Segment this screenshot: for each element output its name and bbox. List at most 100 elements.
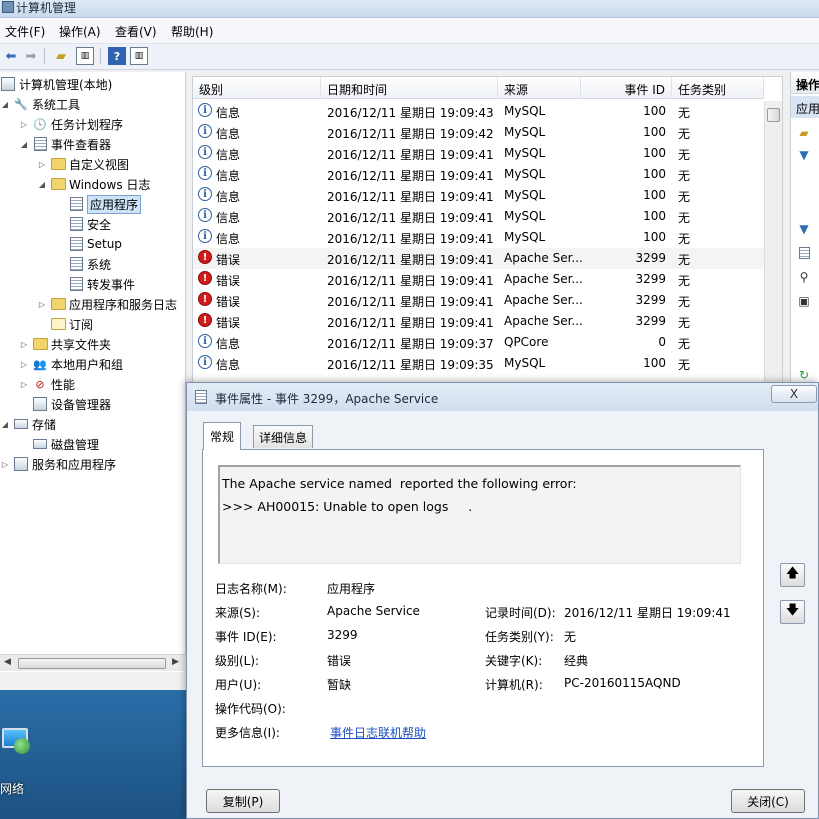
previous-event-button[interactable]: 🡅 [780, 563, 805, 587]
collapse-arrow-icon[interactable]: ◢ [0, 100, 10, 109]
expand-arrow-icon[interactable]: ▷ [19, 380, 29, 389]
user-value: 暂缺 [327, 678, 352, 692]
tree-node-system-tools[interactable]: ◢ 🔧 系统工具 [0, 94, 80, 114]
cell-source: MySQL [504, 188, 546, 202]
scroll-left-arrow-icon[interactable]: ◀ [4, 657, 11, 667]
scroll-thumb[interactable] [18, 658, 166, 669]
folder-icon [50, 176, 66, 192]
scroll-right-arrow-icon[interactable]: ▶ [172, 657, 179, 667]
table-row[interactable]: i 信息 2016/12/11 星期日 19:09:41 MySQL 100 无 [193, 206, 764, 227]
table-row[interactable]: ! 错误 2016/12/11 星期日 19:09:41 Apache Ser... 3… [193, 248, 764, 269]
up-folder-icon[interactable]: ▰ [52, 47, 70, 65]
table-row[interactable]: i 信息 2016/12/11 星期日 19:09:42 MySQL 100 无 [193, 122, 764, 143]
tree-node-disk-management[interactable]: 磁盘管理 [32, 434, 99, 454]
close-button[interactable]: 关闭(C) [731, 789, 805, 813]
find-icon[interactable]: ⚲ [797, 270, 811, 284]
expand-arrow-icon[interactable]: ▷ [37, 160, 47, 169]
event-list-vertical-scrollbar[interactable] [764, 101, 782, 385]
forward-arrow-icon[interactable]: ➡ [22, 47, 40, 65]
show-hide-tree-icon[interactable]: ▥ [76, 47, 94, 65]
network-icon-label[interactable]: 网络 [0, 780, 24, 797]
more-info-link[interactable]: 事件日志联机帮助 [330, 724, 426, 741]
cell-level: 信息 [216, 211, 241, 225]
tree-node-task-scheduler[interactable]: ▷ 🕓 任务计划程序 [19, 114, 123, 134]
menu-view[interactable]: 查看(V) [115, 23, 157, 40]
tree-node-system[interactable]: 系统 [68, 254, 111, 274]
table-row[interactable]: i 信息 2016/12/11 星期日 19:09:41 MySQL 100 无 [193, 185, 764, 206]
back-arrow-icon[interactable]: ⬅ [2, 47, 20, 65]
refresh-icon[interactable]: ↻ [797, 368, 811, 382]
scroll-thumb[interactable] [767, 108, 780, 122]
table-row[interactable]: ! 错误 2016/12/11 星期日 19:09:41 Apache Ser... 3… [193, 269, 764, 290]
disk-icon [32, 436, 48, 452]
tree-node-custom-views[interactable]: ▷ 自定义视图 [37, 154, 129, 174]
table-row[interactable]: i 信息 2016/12/11 星期日 19:09:37 QPCore 0 无 [193, 332, 764, 353]
filter-icon[interactable]: ▼ [797, 148, 811, 162]
collapse-arrow-icon[interactable]: ◢ [19, 140, 29, 149]
tree-node-security[interactable]: 安全 [68, 214, 111, 234]
expand-arrow-icon[interactable]: ▷ [19, 120, 29, 129]
tree-horizontal-scrollbar[interactable]: ◀ ▶ [0, 654, 186, 671]
dialog-close-button[interactable]: X [771, 385, 817, 403]
tree-node-shared-folders[interactable]: ▷ 共享文件夹 [19, 334, 111, 354]
show-hide-action-pane-icon[interactable]: ▥ [130, 47, 148, 65]
next-event-button[interactable]: 🡇 [780, 600, 805, 624]
filter-current-log-icon[interactable]: ▼ [797, 222, 811, 236]
properties-icon[interactable] [797, 246, 811, 260]
column-header-datetime[interactable]: 日期和时间 [321, 77, 498, 99]
expand-arrow-icon[interactable]: ▷ [19, 340, 29, 349]
tree-node-storage[interactable]: ◢ 存储 [0, 414, 56, 434]
menu-file[interactable]: 文件(F) [5, 23, 45, 40]
tab-details[interactable]: 详细信息 [253, 425, 314, 448]
expand-arrow-icon[interactable]: ▷ [0, 460, 10, 469]
tree-node-windows-logs[interactable]: ◢ Windows 日志 [37, 174, 150, 194]
column-header-level[interactable]: 级别 [193, 77, 321, 99]
tree-node-app-service-logs[interactable]: ▷ 应用程序和服务日志 [37, 294, 177, 314]
tree-node-services-applications[interactable]: ▷ 服务和应用程序 [0, 454, 116, 474]
table-row[interactable]: i 信息 2016/12/11 星期日 19:09:41 MySQL 100 无 [193, 227, 764, 248]
copy-button[interactable]: 复制(P) [206, 789, 280, 813]
event-description[interactable]: The Apache service named reported the fo… [218, 465, 741, 564]
error-icon: ! [198, 292, 212, 306]
tree-node-performance[interactable]: ▷ ⊘ 性能 [19, 374, 75, 394]
help-icon[interactable]: ? [108, 47, 126, 65]
menu-action[interactable]: 操作(A) [59, 23, 101, 40]
actions-section-application[interactable]: 应用 [791, 96, 819, 118]
cell-event-id: 100 [643, 125, 666, 139]
collapse-arrow-icon[interactable]: ◢ [0, 420, 10, 429]
tree-node-subscriptions[interactable]: 订阅 [50, 314, 93, 334]
expand-arrow-icon[interactable]: ▷ [37, 300, 47, 309]
tree-node-forwarded-events[interactable]: 转发事件 [68, 274, 135, 294]
tree-node-computer-management[interactable]: 计算机管理(本地) [0, 74, 112, 94]
table-row[interactable]: ! 错误 2016/12/11 星期日 19:09:41 Apache Ser... 3… [193, 290, 764, 311]
table-row[interactable]: ! 错误 2016/12/11 星期日 19:09:41 Apache Ser... 3… [193, 311, 764, 332]
column-header-event-id[interactable]: 事件 ID [581, 77, 672, 99]
tab-general[interactable]: 常规 [203, 422, 242, 450]
table-row[interactable]: i 信息 2016/12/11 星期日 19:09:41 MySQL 100 无 [193, 143, 764, 164]
column-header-source[interactable]: 来源 [498, 77, 581, 99]
tree-node-application[interactable]: 应用程序 [68, 194, 142, 214]
tree-node-setup[interactable]: Setup [68, 234, 122, 254]
expand-arrow-icon[interactable]: ▷ [19, 360, 29, 369]
tree-node-device-manager[interactable]: 设备管理器 [32, 394, 111, 414]
column-header-task-category[interactable]: 任务类别 [672, 77, 764, 99]
open-log-icon[interactable]: ▰ [797, 126, 811, 140]
collapse-arrow-icon[interactable]: ◢ [37, 180, 47, 189]
network-icon[interactable] [0, 724, 32, 756]
cell-event-id: 100 [643, 104, 666, 118]
cell-level: 信息 [216, 190, 241, 204]
info-icon: i [198, 334, 212, 348]
save-icon[interactable]: ▣ [797, 294, 811, 308]
table-row[interactable]: i 信息 2016/12/11 星期日 19:09:43 MySQL 100 无 [193, 101, 764, 122]
source-label: 来源(S): [215, 606, 261, 620]
cell-source: Apache Ser... [504, 293, 582, 307]
cell-task-category: 无 [678, 295, 691, 309]
dialog-title: 事件属性 - 事件 3299，Apache Service [215, 392, 439, 406]
info-icon: i [198, 208, 212, 222]
tree-node-local-users-groups[interactable]: ▷ 👥 本地用户和组 [19, 354, 123, 374]
menu-help[interactable]: 帮助(H) [171, 23, 213, 40]
table-row[interactable]: i 信息 2016/12/11 星期日 19:09:35 MySQL 100 无 [193, 353, 764, 374]
table-row[interactable]: i 信息 2016/12/11 星期日 19:09:41 MySQL 100 无 [193, 164, 764, 185]
subscription-icon [50, 316, 66, 332]
tree-node-event-viewer[interactable]: ◢ 事件查看器 [19, 134, 111, 154]
